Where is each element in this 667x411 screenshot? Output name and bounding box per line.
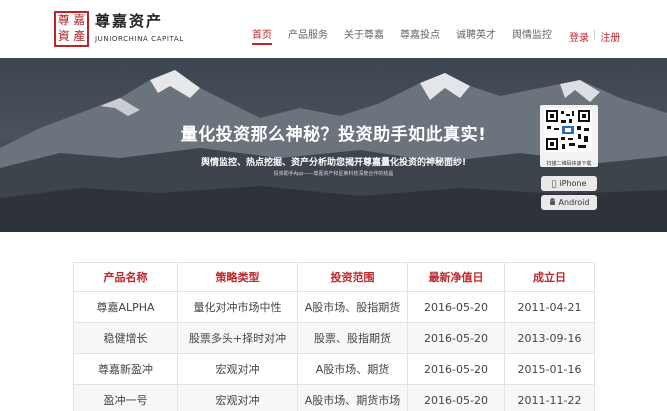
scope-cell: A股市场、股指期货 [297, 291, 408, 323]
inception-date-cell: 2015-01-16 [504, 353, 595, 385]
main-nav: 首页 产品服务 关于尊嘉 尊嘉投点 诚聘英才 舆情监控 [252, 29, 568, 45]
nav-item-investment[interactable]: 尊嘉投点 [400, 29, 440, 45]
table-row[interactable]: 尊嘉新盈冲 宏观对冲 A股市场、期货 2016-05-20 2015-01-16 [73, 353, 595, 385]
table-row[interactable]: 稳健增长 股票多头+择时对冲 股票、股指期货 2016-05-20 2013-0… [73, 322, 595, 354]
brand-name-en: JUNIORCHINA CAPITAL [95, 35, 184, 43]
product-name-cell[interactable]: 尊嘉新盈冲 [73, 353, 178, 385]
nav-item-home[interactable]: 首页 [252, 29, 272, 45]
auth-separator: | [593, 29, 597, 40]
nav-item-products[interactable]: 产品服务 [288, 29, 328, 45]
android-icon [549, 197, 556, 208]
seal-char: 嘉 [73, 13, 86, 27]
scope-cell: 股票、股指期货 [297, 322, 408, 354]
strategy-cell: 量化对冲市场中性 [177, 291, 298, 323]
auth-links: 登录 | 注册 [569, 29, 620, 44]
products-table: 产品名称 策略类型 投资范围 最新净值日 成立日 尊嘉ALPHA 量化对冲市场中… [73, 262, 595, 411]
header-inception-date: 成立日 [504, 262, 595, 292]
seal-char: 資 [57, 29, 70, 43]
nav-item-about[interactable]: 关于尊嘉 [344, 29, 384, 45]
inception-date-cell: 2013-09-16 [504, 322, 595, 354]
scope-cell: A股市场、期货市场 [297, 384, 408, 411]
site-header: 尊 嘉 資 產 尊嘉资产 JUNIORCHINA CAPITAL 首页 产品服务… [0, 0, 667, 58]
scope-cell: A股市场、期货 [297, 353, 408, 385]
qr-code-icon[interactable] [544, 108, 592, 152]
android-label: Android [558, 198, 590, 207]
inception-date-cell: 2011-04-21 [504, 291, 595, 323]
iphone-download-button[interactable]:  iPhone [541, 176, 597, 191]
nav-item-sentiment[interactable]: 舆情监控 [512, 29, 552, 45]
nav-date-cell: 2016-05-20 [407, 322, 505, 354]
strategy-cell: 宏观对冲 [177, 384, 298, 411]
android-download-button[interactable]: Android [541, 195, 597, 210]
strategy-cell: 股票多头+择时对冲 [177, 322, 298, 354]
seal-char: 尊 [57, 13, 70, 27]
header-strategy-type: 策略类型 [177, 262, 298, 292]
product-name-cell[interactable]: 盈冲一号 [73, 384, 178, 411]
qr-download-label: 扫描二维码快速下载 [546, 161, 592, 167]
apple-icon:  [552, 179, 557, 188]
seal-char: 產 [73, 29, 86, 43]
nav-date-cell: 2016-05-20 [407, 353, 505, 385]
nav-item-careers[interactable]: 诚聘英才 [456, 29, 496, 45]
iphone-label: iPhone [556, 179, 586, 188]
table-row[interactable]: 尊嘉ALPHA 量化对冲市场中性 A股市场、股指期货 2016-05-20 20… [73, 291, 595, 323]
header-latest-nav-date: 最新净值日 [407, 262, 505, 292]
brand-seal-logo[interactable]: 尊 嘉 資 產 [54, 11, 89, 47]
table-row[interactable]: 盈冲一号 宏观对冲 A股市场、期货市场 2016-05-20 2011-11-2… [73, 384, 595, 411]
product-name-cell[interactable]: 稳健增长 [73, 322, 178, 354]
table-header-row: 产品名称 策略类型 投资范围 最新净值日 成立日 [73, 262, 595, 292]
inception-date-cell: 2011-11-22 [504, 384, 595, 411]
strategy-cell: 宏观对冲 [177, 353, 298, 385]
brand-name[interactable]: 尊嘉资产 [95, 10, 163, 31]
header-product-name: 产品名称 [73, 262, 178, 292]
products-table-container: 产品名称 策略类型 投资范围 最新净值日 成立日 尊嘉ALPHA 量化对冲市场中… [73, 262, 595, 411]
product-name-cell[interactable]: 尊嘉ALPHA [73, 291, 178, 323]
register-link[interactable]: 注册 [600, 29, 620, 44]
nav-date-cell: 2016-05-20 [407, 384, 505, 411]
nav-date-cell: 2016-05-20 [407, 291, 505, 323]
login-link[interactable]: 登录 [569, 29, 589, 44]
header-investment-scope: 投资范围 [297, 262, 408, 292]
